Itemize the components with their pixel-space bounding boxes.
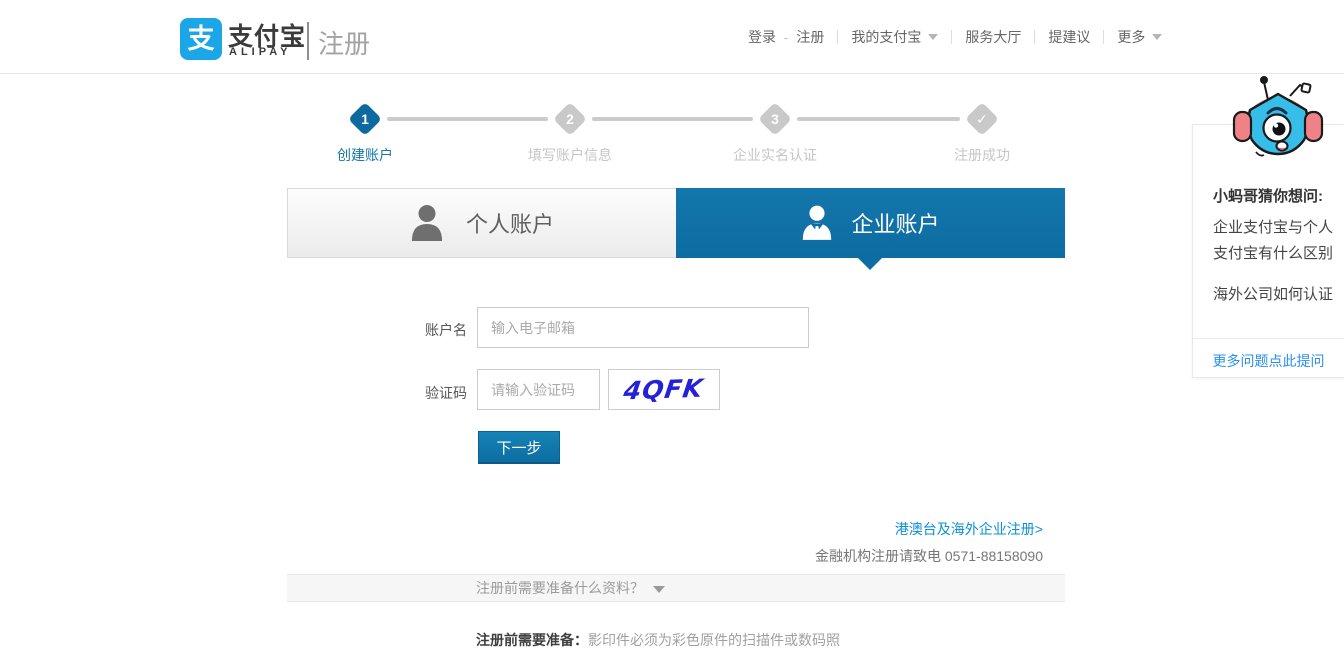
step-connector: [797, 117, 960, 121]
prep-caret-down-icon: [653, 586, 665, 593]
captcha-image[interactable]: 4QFK: [608, 369, 720, 410]
nav-login[interactable]: 登录: [748, 27, 776, 47]
next-step-button[interactable]: 下一步: [478, 431, 560, 464]
finance-institution-note: 金融机构注册请致电 0571-88158090: [815, 548, 1043, 564]
overseas-register-link[interactable]: 港澳台及海外企业注册>: [895, 519, 1043, 539]
logo-divider: [307, 22, 309, 60]
nav-separator: [1103, 30, 1105, 44]
step-2-marker: 2: [553, 102, 587, 136]
help-card-title: 小蚂哥猜你想问:: [1213, 188, 1323, 205]
captcha-label: 验证码: [425, 385, 467, 401]
nav-suggestions[interactable]: 提建议: [1048, 27, 1090, 47]
step-4-label: 注册成功: [954, 147, 1010, 163]
robot-ant-mascot-icon: [1232, 76, 1324, 157]
page-title: 注册: [318, 29, 371, 59]
step-1-label: 创建账户: [337, 147, 393, 163]
logo-glyph: 支: [187, 24, 215, 54]
nav-more[interactable]: 更多: [1117, 27, 1145, 47]
help-card: 小蚂哥猜你想问: 企业支付宝与个人支付宝有什么区别 海外公司如何认证 更多问题点…: [1192, 124, 1344, 378]
step-connector: [592, 117, 753, 121]
prep-note-label: 注册前需要准备：: [476, 632, 588, 648]
header: 支 支付宝 ALIPAY 注册 登录 - 注册 我的支付宝 服务大厅 提建议 更…: [0, 0, 1344, 74]
nav-my-alipay[interactable]: 我的支付宝: [851, 27, 921, 47]
help-card-divider: [1193, 338, 1344, 339]
step-3-marker: 3: [758, 102, 792, 136]
step-1-marker: 1: [348, 102, 382, 136]
prep-materials-toggle[interactable]: 注册前需要准备什么资料？: [287, 574, 1065, 602]
tab-personal-label: 个人账户: [465, 212, 554, 237]
step-1-number: 1: [361, 111, 369, 127]
nav-service-hall[interactable]: 服务大厅: [965, 27, 1021, 47]
more-caret-down-icon[interactable]: [1152, 34, 1163, 40]
nav-register[interactable]: 注册: [796, 27, 824, 47]
tab-personal-account[interactable]: 个人账户: [287, 188, 676, 258]
step-2-number: 2: [566, 111, 574, 127]
alipay-logo-icon[interactable]: 支: [180, 18, 222, 60]
account-name-label: 账户名: [425, 322, 467, 338]
captcha-input[interactable]: [477, 369, 600, 410]
person-icon: [411, 205, 443, 241]
nav-separator: [1034, 30, 1036, 44]
step-4-check-glyph: ✓: [976, 111, 988, 127]
step-4-check-icon: ✓: [965, 102, 999, 136]
captcha-code-text: 4QFK: [622, 373, 706, 406]
registration-page: 支 支付宝 ALIPAY 注册 登录 - 注册 我的支付宝 服务大厅 提建议 更…: [0, 0, 1344, 654]
tab-enterprise-label: 企业账户: [851, 212, 940, 237]
step-2-label: 填写账户信息: [528, 147, 612, 163]
brand-name-en: ALIPAY: [229, 46, 292, 58]
active-tab-pointer: [858, 258, 882, 270]
account-email-input[interactable]: [477, 307, 809, 348]
more-questions-link[interactable]: 更多问题点此提问: [1193, 351, 1344, 371]
my-alipay-caret-down-icon[interactable]: [928, 34, 939, 40]
help-question-2[interactable]: 海外公司如何认证: [1213, 283, 1338, 304]
step-3-label: 企业实名认证: [733, 147, 817, 163]
help-question-1[interactable]: 企业支付宝与个人支付宝有什么区别: [1213, 215, 1333, 267]
tab-enterprise-account[interactable]: 企业账户: [676, 188, 1065, 258]
nav-separator: [837, 30, 839, 44]
prep-note: 注册前需要准备：影印件必须为彩色原件的扫描件或数码照: [476, 630, 840, 650]
business-person-icon: [803, 205, 832, 240]
prep-note-text: 影印件必须为彩色原件的扫描件或数码照: [588, 632, 840, 648]
step-connector: [387, 117, 548, 121]
prep-question-text: 注册前需要准备什么资料？: [476, 580, 644, 596]
step-3-number: 3: [771, 111, 779, 127]
nav-dash: -: [784, 29, 789, 45]
top-nav: 登录 - 注册 我的支付宝 服务大厅 提建议 更多: [748, 0, 1163, 74]
nav-separator: [951, 30, 953, 44]
